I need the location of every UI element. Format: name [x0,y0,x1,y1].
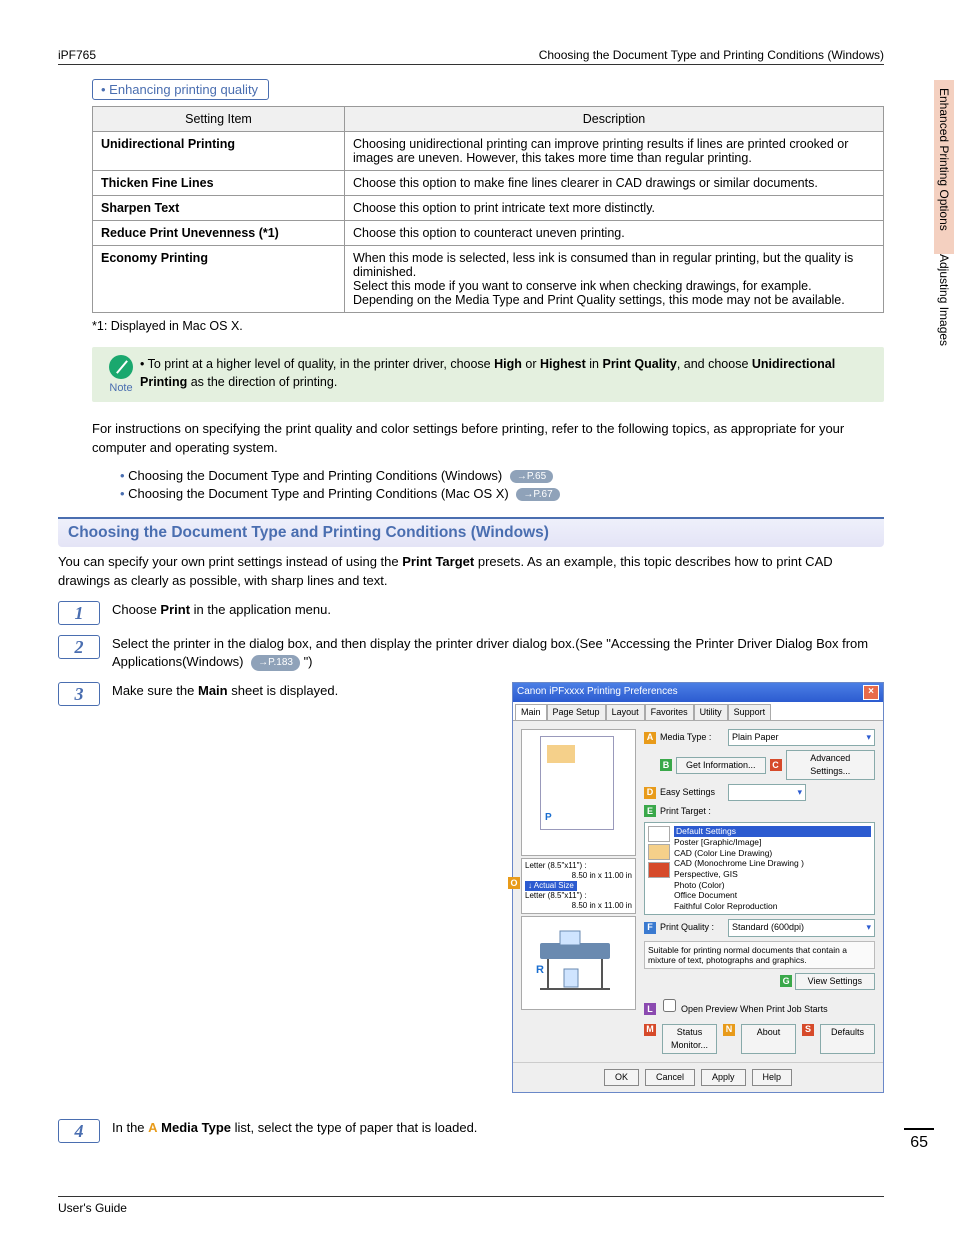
note-block: Note To print at a higher level of quali… [92,347,884,402]
table-row: Reduce Print Unevenness (*1)Choose this … [93,221,884,246]
tab-page-setup[interactable]: Page Setup [547,704,606,720]
page-ref-pill[interactable]: →P.183 [251,655,300,672]
letter-O-tag: O [508,877,520,889]
th-setting: Setting Item [93,107,345,132]
dialog-title: Canon iPFxxxx Printing Preferences [517,685,678,700]
print-target-list[interactable]: Default Settings Poster [Graphic/Image] … [644,822,875,915]
section-heading: Choosing the Document Type and Printing … [58,517,884,547]
letter-N-tag: N [723,1024,735,1036]
print-quality-select[interactable]: Standard (600dpi) [728,919,875,936]
side-tab-adjusting: Adjusting Images [934,246,954,382]
letter-B-tag: B [660,759,672,771]
settings-table: Setting Item Description Unidirectional … [92,106,884,313]
letter-A-tag: A [644,732,656,744]
printer-preferences-dialog: Canon iPFxxxx Printing Preferences × Mai… [512,682,884,1093]
tab-utility[interactable]: Utility [694,704,728,720]
size-info: O Letter (8.5"x11") : 8.50 in x 11.00 in… [521,858,636,914]
defaults-button[interactable]: Defaults [820,1024,875,1054]
printer-preview: R [521,916,636,1010]
letter-G-tag: G [780,975,792,987]
easy-settings-select[interactable] [728,784,806,801]
close-icon[interactable]: × [863,685,879,700]
dialog-tabs: Main Page Setup Layout Favorites Utility… [513,702,883,721]
note-icon [109,355,133,379]
cancel-button[interactable]: Cancel [645,1069,695,1086]
status-monitor-button[interactable]: Status Monitor... [662,1024,717,1054]
get-information-button[interactable]: Get Information... [676,757,766,774]
apply-button[interactable]: Apply [701,1069,746,1086]
table-row: Sharpen TextChoose this option to print … [93,196,884,221]
media-type-select[interactable]: Plain Paper [728,729,875,746]
page-number: 65 [904,1128,934,1152]
page-preview: P [521,729,636,856]
section-intro: You can specify your own print settings … [58,553,884,591]
step-2: 2 Select the printer in the dialog box, … [58,635,884,673]
header-left: iPF765 [58,48,96,62]
instruction-paragraph: For instructions on specifying the print… [92,420,884,458]
letter-M-tag: M [644,1024,656,1036]
table-row: Economy PrintingWhen this mode is select… [93,246,884,313]
tab-favorites[interactable]: Favorites [645,704,694,720]
tab-support[interactable]: Support [728,704,772,720]
letter-D-tag: D [644,787,656,799]
letter-C-tag: C [770,759,782,771]
table-row: Unidirectional PrintingChoosing unidirec… [93,132,884,171]
footer: User's Guide [58,1196,884,1215]
open-preview-checkbox[interactable] [663,999,676,1012]
ok-button[interactable]: OK [604,1069,639,1086]
letter-A-ref: A [148,1120,157,1135]
step-3: 3 Make sure the Main sheet is displayed.… [58,682,884,1093]
view-settings-button[interactable]: View Settings [795,973,875,990]
svg-text:R: R [536,964,544,976]
page-ref-pill[interactable]: →P.65 [510,470,553,483]
about-button[interactable]: About [741,1024,796,1054]
step-1: 1 Choose Print in the application menu. [58,601,884,625]
table-row: Thicken Fine LinesChoose this option to … [93,171,884,196]
page-ref-pill[interactable]: →P.67 [516,488,559,501]
printer-icon: R [530,923,630,1003]
letter-F-tag: F [644,922,656,934]
xref-link[interactable]: Choosing the Document Type and Printing … [120,486,884,501]
help-button[interactable]: Help [752,1069,793,1086]
table-footnote: *1: Displayed in Mac OS X. [92,319,884,333]
tab-main[interactable]: Main [515,704,547,720]
sub-bullet-title: Enhancing printing quality [92,79,269,100]
letter-E-tag: E [644,805,656,817]
letter-L-tag: L [644,1003,656,1015]
header-right: Choosing the Document Type and Printing … [539,48,884,62]
tab-layout[interactable]: Layout [606,704,645,720]
advanced-settings-button[interactable]: Advanced Settings... [786,750,876,780]
th-description: Description [345,107,884,132]
letter-S-tag: S [802,1024,814,1036]
xref-link[interactable]: Choosing the Document Type and Printing … [120,468,884,483]
side-tab-enhanced: Enhanced Printing Options [934,80,954,254]
step-4: 4 In the A Media Type list, select the t… [58,1119,884,1143]
target-description: Suitable for printing normal documents t… [644,941,875,969]
